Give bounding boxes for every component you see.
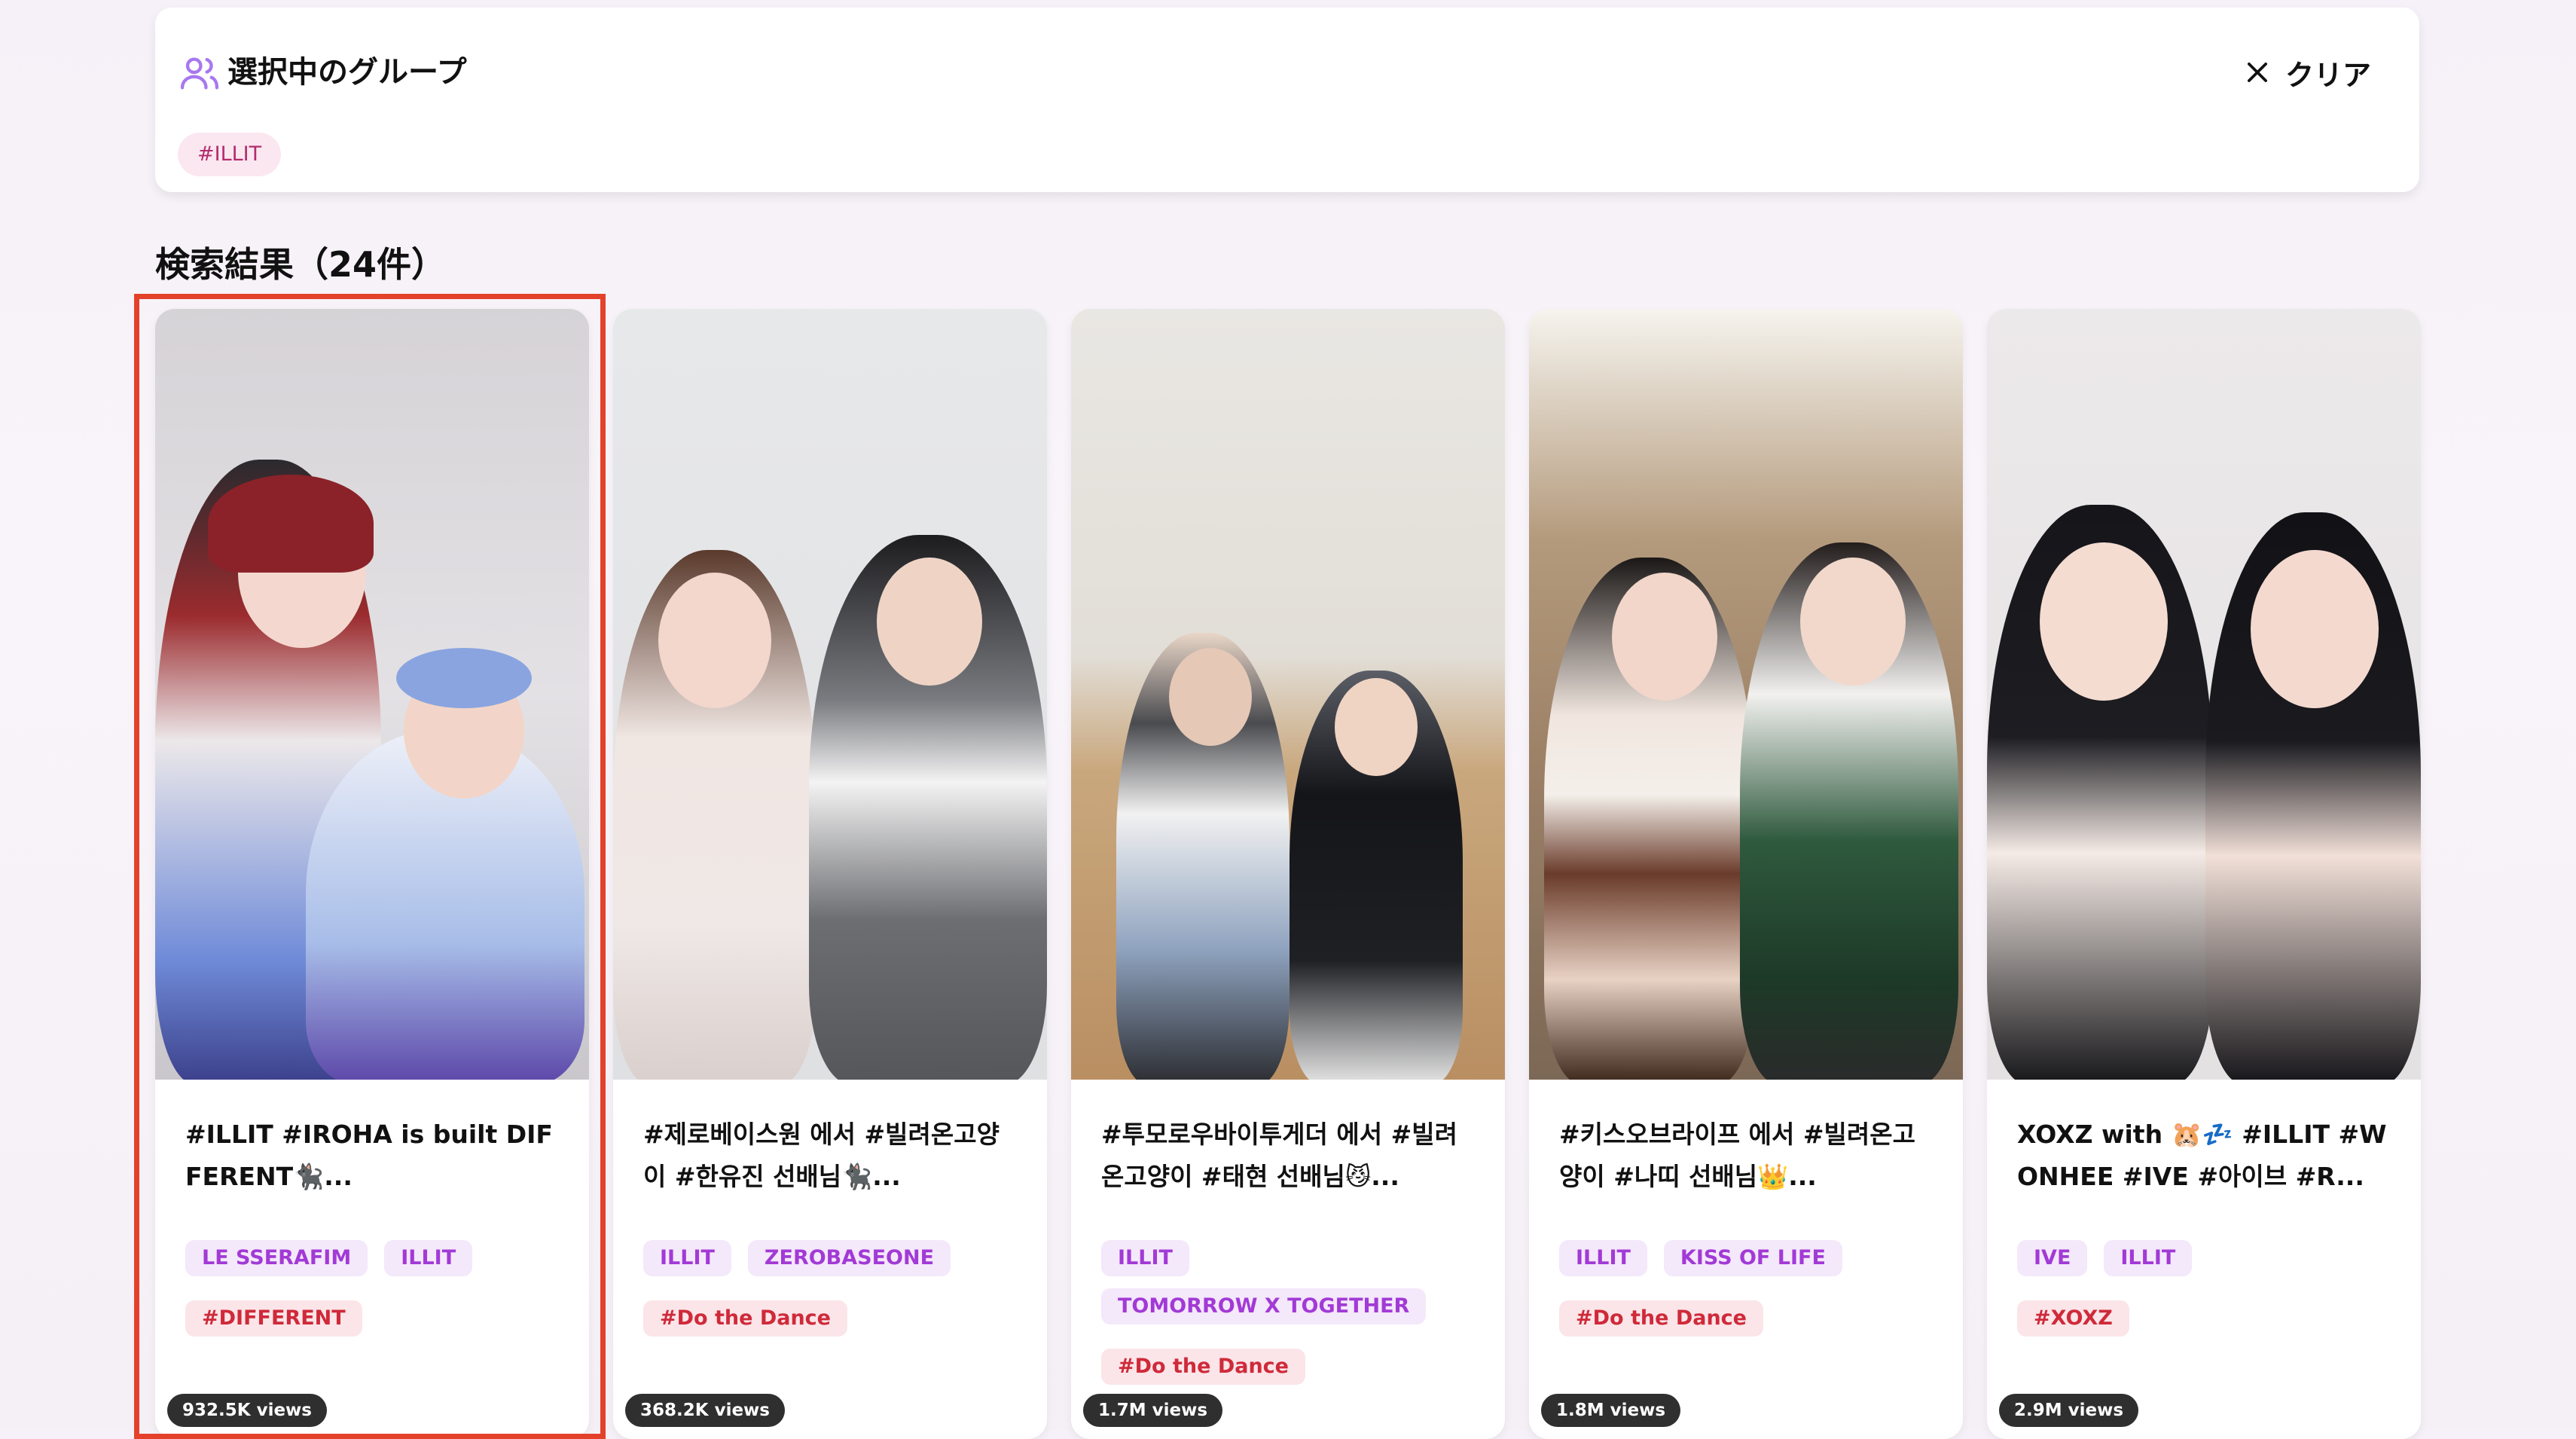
video-thumbnail[interactable]: [1071, 309, 1505, 1080]
results-title: 検索結果（24件）: [155, 244, 447, 285]
group-tag[interactable]: ILLIT: [643, 1240, 731, 1276]
view-count-badge: 1.7M views: [1083, 1394, 1223, 1427]
clear-button[interactable]: クリア: [2243, 50, 2371, 95]
group-tag[interactable]: ILLIT: [1559, 1240, 1647, 1276]
users-icon: [180, 57, 219, 90]
video-thumbnail[interactable]: [1987, 309, 2421, 1080]
group-tag[interactable]: LE SSERAFIM: [185, 1240, 368, 1276]
video-title: #투모로우바이투게더 에서 #빌려온고양이 #태현 선배님😼...: [1101, 1120, 1457, 1191]
view-count-badge: 368.2K views: [625, 1394, 785, 1427]
selected-group-title: 選択中のグループ: [227, 55, 467, 90]
hashtag-tag[interactable]: #Do the Dance: [1559, 1300, 1763, 1337]
card-tags: IVE ILLIT #XOXZ: [2017, 1240, 2193, 1337]
video-thumbnail[interactable]: [155, 309, 589, 1080]
group-tag[interactable]: ILLIT: [1101, 1240, 1189, 1276]
video-title: XOXZ with 🐹💤 #ILLIT #WONHEE #IVE #아이브 #R…: [2017, 1120, 2387, 1191]
view-count-badge: 932.5K views: [167, 1394, 327, 1427]
group-tag[interactable]: ILLIT: [384, 1240, 473, 1276]
group-tag[interactable]: IVE: [2017, 1240, 2088, 1276]
view-count-badge: 1.8M views: [1541, 1394, 1681, 1427]
hashtag-tag[interactable]: #DIFFERENT: [185, 1300, 362, 1337]
hashtag-tag[interactable]: #Do the Dance: [1101, 1349, 1305, 1385]
clear-label: クリア: [2285, 58, 2371, 92]
card-tags: LE SSERAFIM ILLIT #DIFFERENT: [185, 1240, 473, 1337]
selected-group-tag[interactable]: #ILLIT: [178, 133, 282, 176]
video-title: #제로베이스원 에서 #빌려온고양이 #한유진 선배님🐈‍⬛...: [643, 1120, 1000, 1191]
hashtag-tag[interactable]: #Do the Dance: [643, 1300, 847, 1337]
close-icon: [2248, 63, 2267, 82]
group-tag[interactable]: ZEROBASEONE: [747, 1240, 951, 1276]
video-title: #ILLIT #IROHA is built DIFFERENT🐈‍⬛...: [185, 1120, 553, 1191]
selected-group-panel: 選択中のグループ クリア #ILLIT: [155, 8, 2419, 192]
view-count-badge: 2.9M views: [1999, 1394, 2139, 1427]
group-tag[interactable]: ILLIT: [2104, 1240, 2193, 1276]
group-tag[interactable]: TOMORROW X TOGETHER: [1101, 1288, 1427, 1324]
video-thumbnail[interactable]: [1529, 309, 1963, 1080]
video-thumbnail[interactable]: [613, 309, 1047, 1080]
group-tag[interactable]: KISS OF LIFE: [1663, 1240, 1842, 1276]
video-title: #키스오브라이프 에서 #빌려온고양이 #나띠 선배님👑...: [1559, 1120, 1915, 1191]
card-tags: ILLIT KISS OF LIFE #Do the Dance: [1559, 1240, 1842, 1337]
card-tags: ILLIT ZEROBASEONE #Do the Dance: [643, 1240, 951, 1337]
hashtag-tag[interactable]: #XOXZ: [2017, 1300, 2129, 1337]
card-tags: ILLIT TOMORROW X TOGETHER #Do the Dance: [1101, 1240, 1427, 1385]
